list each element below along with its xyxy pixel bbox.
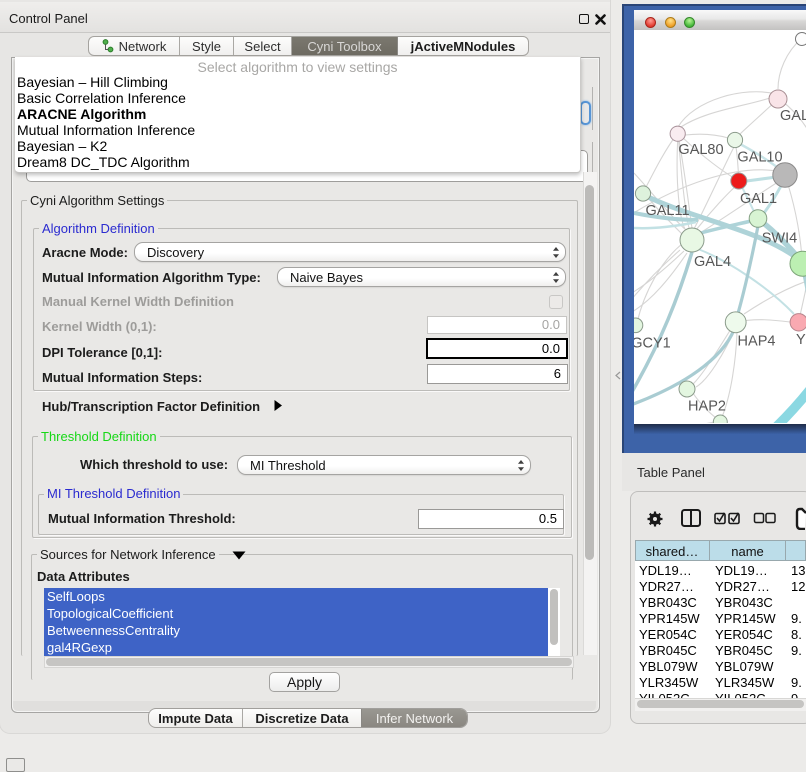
svg-text:GCY1: GCY1 [634, 336, 671, 352]
svg-text:HAP4: HAP4 [738, 334, 776, 350]
svg-text:GAL7: GAL7 [780, 108, 806, 124]
svg-text:Y: Y [796, 332, 806, 348]
svg-text:GAL80: GAL80 [678, 142, 723, 158]
svg-text:HAP2: HAP2 [688, 399, 726, 415]
svg-text:GAL10: GAL10 [737, 150, 782, 166]
svg-text:SWI4: SWI4 [762, 231, 797, 247]
svg-text:GAL11: GAL11 [645, 203, 689, 219]
svg-text:GAL1: GAL1 [740, 191, 777, 207]
svg-text:GAL4: GAL4 [694, 254, 731, 270]
